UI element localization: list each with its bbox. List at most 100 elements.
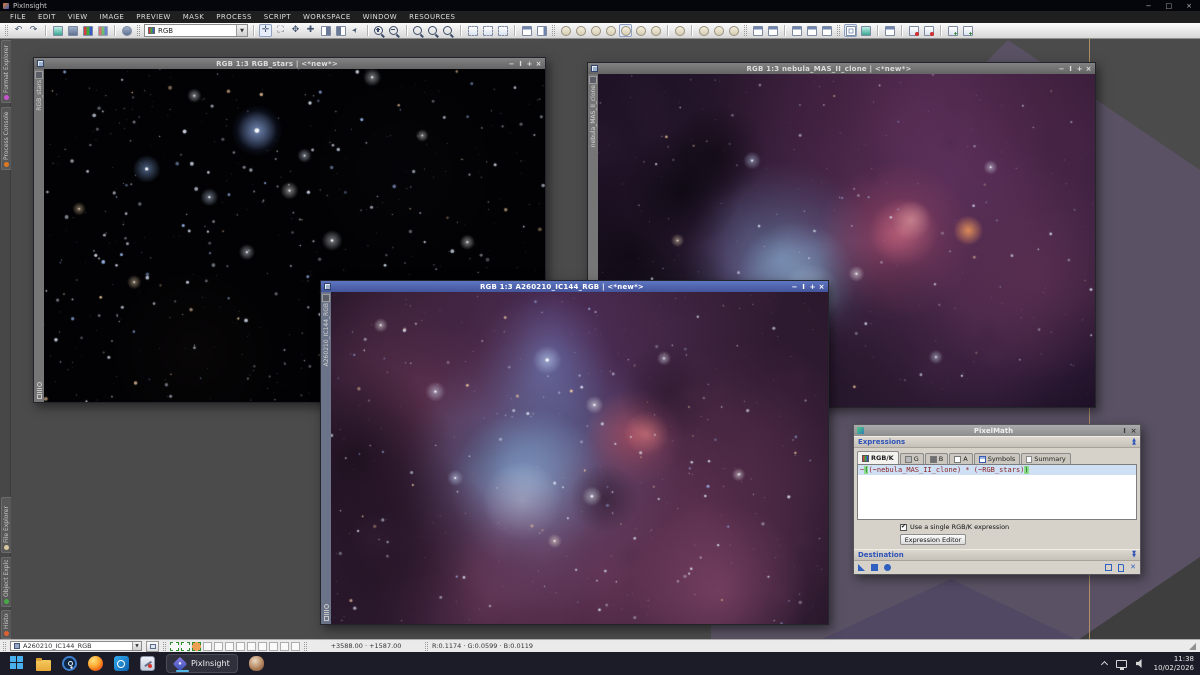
readout-right-icon[interactable] [334,24,347,37]
menu-resources[interactable]: RESOURCES [403,11,461,23]
dock-tab-process-console[interactable]: Process Console [1,107,11,170]
window-add-icon[interactable] [946,24,959,37]
statusbar-grip[interactable] [425,642,428,651]
split-vertical-icon[interactable] [535,24,548,37]
workspace-9[interactable] [258,642,267,651]
view-copy-button[interactable] [146,641,159,652]
window-icon[interactable] [324,283,331,290]
tab-g[interactable]: G [900,453,924,464]
window-add-all-icon[interactable] [961,24,974,37]
mask-edit-icon[interactable] [604,24,617,37]
menu-preview[interactable]: PREVIEW [130,11,177,23]
toolbar-grip[interactable] [552,25,555,36]
fit-view-icon[interactable] [481,24,494,37]
mask-new-icon[interactable] [649,24,662,37]
app-minimize-button[interactable]: − [1146,2,1152,10]
preview-edit-icon[interactable] [712,24,725,37]
destination-section-header[interactable]: Destination ▼ [854,549,1140,561]
zoom-in-icon[interactable] [373,24,386,37]
zoom-fit-icon[interactable]: ⛶ [274,24,287,37]
menu-file[interactable]: FILE [4,11,32,23]
shade-button[interactable]: I [516,60,525,68]
close-button[interactable]: × [1129,427,1138,435]
toolbar-grip[interactable] [137,25,140,36]
window-close-icon[interactable] [907,24,920,37]
side-strip-tools[interactable] [324,604,329,621]
window-icon[interactable] [591,65,598,72]
expand-down-icon[interactable]: ▼ [1132,551,1136,559]
menu-mask[interactable]: MASK [177,11,210,23]
new-image-icon[interactable] [66,24,79,37]
statusbar-grip[interactable] [163,642,166,651]
shade-button[interactable]: I [799,283,808,291]
window-titlebar[interactable]: RGB 1:3 nebula_MAS_II_clone | <*new*> − … [588,63,1095,74]
dock-tab-history-explorer[interactable]: History Explorer [1,610,11,639]
window-tile-icon[interactable] [751,24,764,37]
workspace-5[interactable] [214,642,223,651]
pixinsight-taskbar-button[interactable]: PixInsight [166,654,238,673]
dock-tab-file-explorer[interactable]: File Explorer [1,497,11,553]
reset-icon[interactable]: ✕ [1130,564,1136,571]
tab-b[interactable]: B [925,453,948,464]
preview-mode-icon[interactable] [673,24,686,37]
channel-split-icon[interactable] [96,24,109,37]
minimize-button[interactable]: − [507,60,516,68]
window-titlebar[interactable]: RGB 1:3 A260210_IC144_RGB | <*new*> − I … [321,281,828,292]
window-close-all-icon[interactable] [922,24,935,37]
workspace-6[interactable] [225,642,234,651]
start-button[interactable] [10,656,25,671]
window-shade-icon[interactable] [805,24,818,37]
preview-delete-icon[interactable] [727,24,740,37]
tray-chevron-icon[interactable] [1101,661,1108,668]
move-icon[interactable]: ✚ [304,24,317,37]
zoom-button[interactable]: + [1075,65,1084,73]
mask-enable-icon[interactable] [559,24,572,37]
side-strip-tools[interactable] [37,382,42,399]
menu-view[interactable]: VIEW [62,11,94,23]
image-window-ic144[interactable]: RGB 1:3 A260210_IC144_RGB | <*new*> − I … [320,280,829,625]
tab-summary[interactable]: Summary [1021,453,1070,464]
selection-mode-icon[interactable] [322,294,330,302]
selection-mode-icon[interactable] [589,76,597,84]
zoom-button[interactable]: + [525,60,534,68]
workspace-1[interactable] [170,642,179,651]
view-mode-selector[interactable]: RGB ▼ [144,24,248,37]
menu-workspace[interactable]: WORKSPACE [297,11,357,23]
window-save-icon[interactable] [883,24,896,37]
browse-documentation-icon[interactable] [1105,564,1112,571]
zoom-11-icon[interactable] [412,24,425,37]
firefox-icon[interactable] [88,656,103,671]
mask-remove-icon[interactable] [634,24,647,37]
cursor-select-icon[interactable]: ➤ [346,21,364,39]
expression-editor[interactable]: ~((~nebula_MAS_II_clone) * (~RGB_stars)) [857,464,1137,520]
close-button[interactable]: × [1084,65,1093,73]
resize-grip-icon[interactable] [1189,643,1196,650]
single-rgbk-checkbox[interactable]: ✔ [900,524,907,531]
workspace-4[interactable] [203,642,212,651]
tab-symbols[interactable]: Symbols [974,453,1021,464]
display-tray-icon[interactable] [1116,660,1127,668]
pixelmath-dialog[interactable]: PixelMath I × Expressions ▲ RGB/K G B A … [853,424,1141,575]
workspace-2[interactable] [181,642,190,651]
expressions-section-header[interactable]: Expressions ▲ [854,436,1140,448]
password-manager-icon[interactable] [62,656,77,671]
fit-window-icon[interactable] [466,24,479,37]
gimp-icon[interactable] [249,656,264,671]
process-documentation-icon[interactable] [1118,564,1124,572]
minimize-button[interactable]: − [790,283,799,291]
tab-a[interactable]: A [949,453,972,464]
tab-rgbk[interactable]: RGB/K [857,451,899,464]
workspace-3-current[interactable] [192,642,201,651]
window-side-strip[interactable]: A260210_IC144_RGB [321,292,331,624]
toolbar-grip[interactable] [5,25,8,36]
mask-select-icon[interactable] [619,24,632,37]
menu-image[interactable]: IMAGE [94,11,131,23]
workspace-11[interactable] [280,642,289,651]
close-button[interactable]: × [534,60,543,68]
active-view-selector[interactable]: A260210_IC144_RGB ▼ [10,641,142,651]
file-explorer-taskbar-icon[interactable] [36,660,51,671]
snipping-tool-icon[interactable] [140,656,155,671]
mask-invert-icon[interactable] [574,24,587,37]
menu-script[interactable]: SCRIPT [258,11,297,23]
fit-image-icon[interactable] [496,24,509,37]
